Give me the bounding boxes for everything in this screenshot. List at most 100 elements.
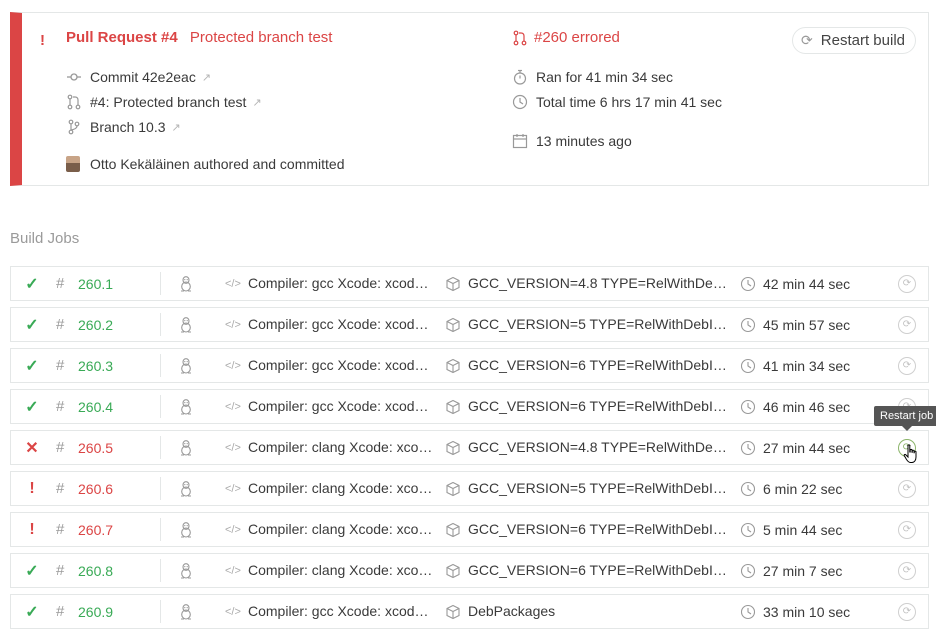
code-icon: </> <box>225 523 241 536</box>
hash-icon: # <box>56 562 65 579</box>
code-icon: </> <box>225 605 241 618</box>
clock-icon <box>740 431 756 464</box>
job-duration: 27 min 44 sec <box>763 439 851 456</box>
clock-icon <box>740 472 756 505</box>
pr-heading[interactable]: Pull Request #4 Protected branch test <box>66 29 332 46</box>
package-box-icon <box>445 513 461 546</box>
restart-job-button[interactable]: ⟳ <box>897 513 917 546</box>
divider <box>160 354 161 377</box>
linux-tux-icon <box>178 390 194 423</box>
clock-icon <box>740 595 756 628</box>
hash-icon: # <box>56 398 65 415</box>
job-env: GCC_VERSION=5 TYPE=RelWithDebInfo … <box>468 480 730 496</box>
job-row[interactable]: ✕ #260.5 </> Compiler: clang Xcode: xco… GCC… <box>10 430 929 465</box>
job-env: GCC_VERSION=6 TYPE=RelWithDebInfo … <box>468 562 730 578</box>
errored-status-icon: ! <box>40 32 45 49</box>
divider <box>160 436 161 459</box>
job-passed-icon: ✓ <box>25 603 39 621</box>
code-icon: </> <box>225 564 241 577</box>
restart-job-button[interactable]: ⟳ <box>897 267 917 300</box>
finished-time-text: 13 minutes ago <box>536 133 632 149</box>
job-number-link[interactable]: 260.1 <box>78 267 113 300</box>
job-number-link[interactable]: 260.9 <box>78 595 113 628</box>
restart-job-button[interactable]: ⟳ <box>897 595 917 628</box>
restart-icon: ⟳ <box>898 274 916 293</box>
package-box-icon <box>445 431 461 464</box>
restart-build-button[interactable]: ⟳ Restart build <box>792 27 916 54</box>
divider <box>160 518 161 541</box>
restart-job-button[interactable]: ⟳ <box>897 349 917 382</box>
job-row[interactable]: ! #260.6 </> Compiler: clang Xcode: xco… GCC… <box>10 471 929 506</box>
job-errored-icon: ! <box>29 520 35 538</box>
job-passed-icon: ✓ <box>25 316 39 334</box>
commit-row[interactable]: Commit 42e2eac ↗ <box>66 69 211 85</box>
divider <box>160 600 161 623</box>
pull-request-icon <box>66 94 82 110</box>
job-passed-icon: ✓ <box>25 357 39 375</box>
clock-icon <box>512 94 528 110</box>
package-box-icon <box>445 390 461 423</box>
job-row[interactable]: ! #260.7 </> Compiler: clang Xcode: xco… GCC… <box>10 512 929 547</box>
job-errored-icon: ! <box>29 479 35 497</box>
job-compiler: Compiler: gcc Xcode: xcode… <box>248 357 434 373</box>
code-icon: </> <box>225 318 241 331</box>
hash-icon: # <box>56 480 65 497</box>
hash-icon: # <box>56 439 65 456</box>
build-summary-card: ! Pull Request #4 Protected branch test … <box>10 12 929 186</box>
commit-icon <box>66 69 82 85</box>
linux-tux-icon <box>178 554 194 587</box>
job-duration: 6 min 22 sec <box>763 480 843 497</box>
job-compiler: Compiler: clang Xcode: xco… <box>248 521 433 537</box>
restart-job-button[interactable]: ⟳ <box>897 554 917 587</box>
author-avatar <box>66 156 80 172</box>
build-number-link[interactable]: #260 errored <box>512 29 620 46</box>
branch-row[interactable]: Branch 10.3 ↗ <box>66 119 181 135</box>
job-env: GCC_VERSION=6 TYPE=RelWithDebInfo … <box>468 357 730 373</box>
restart-job-tooltip: Restart job <box>874 406 936 431</box>
job-row[interactable]: ✓ #260.2 </> Compiler: gcc Xcode: xcode… GCC… <box>10 307 929 342</box>
job-passed-icon: ✓ <box>25 275 39 293</box>
job-row[interactable]: ✓ #260.9 </> Compiler: gcc Xcode: xcode… Deb… <box>10 594 929 629</box>
job-compiler: Compiler: clang Xcode: xco… <box>248 480 433 496</box>
package-box-icon <box>445 472 461 505</box>
restart-job-button[interactable]: ⟳ <box>897 308 917 341</box>
divider <box>160 395 161 418</box>
job-row[interactable]: ✓ #260.1 </> Compiler: gcc Xcode: xcode… GCC… <box>10 266 929 301</box>
job-duration: 33 min 10 sec <box>763 603 851 620</box>
restart-icon: ⟳ <box>898 315 916 334</box>
package-box-icon <box>445 595 461 628</box>
clock-icon <box>740 308 756 341</box>
commit-link[interactable]: Commit 42e2eac <box>90 69 196 85</box>
job-number-link[interactable]: 260.6 <box>78 472 113 505</box>
linux-tux-icon <box>178 595 194 628</box>
job-number-link[interactable]: 260.8 <box>78 554 113 587</box>
job-row[interactable]: ✓ #260.3 </> Compiler: gcc Xcode: xcode… GCC… <box>10 348 929 383</box>
code-icon: </> <box>225 359 241 372</box>
clock-icon <box>740 267 756 300</box>
restart-icon: ⟳ <box>898 520 916 539</box>
pr-link-row[interactable]: #4: Protected branch test ↗ <box>66 94 262 110</box>
linux-tux-icon <box>178 431 194 464</box>
pr-title-link[interactable]: Protected branch test <box>190 29 333 46</box>
clock-icon <box>740 554 756 587</box>
job-number-link[interactable]: 260.2 <box>78 308 113 341</box>
external-link-icon: ↗ <box>252 96 262 109</box>
job-number-link[interactable]: 260.7 <box>78 513 113 546</box>
branch-link[interactable]: Branch 10.3 <box>90 119 166 135</box>
job-number-link[interactable]: 260.4 <box>78 390 113 423</box>
job-row[interactable]: ✓ #260.8 </> Compiler: clang Xcode: xco… GCC… <box>10 553 929 588</box>
job-compiler: Compiler: gcc Xcode: xcode… <box>248 275 434 291</box>
job-row[interactable]: ✓ #260.4 </> Compiler: gcc Xcode: xcode… GCC… <box>10 389 929 424</box>
job-number-link[interactable]: 260.5 <box>78 431 113 464</box>
build-state-text[interactable]: #260 errored <box>534 29 620 46</box>
restart-job-button[interactable]: ⟳ <box>897 472 917 505</box>
restart-build-label: Restart build <box>820 32 905 49</box>
job-number-link[interactable]: 260.3 <box>78 349 113 382</box>
pr-number-link[interactable]: Pull Request #4 <box>66 29 178 46</box>
hash-icon: # <box>56 603 65 620</box>
job-compiler: Compiler: clang Xcode: xco… <box>248 439 433 455</box>
pull-request-icon <box>512 30 528 46</box>
clock-icon <box>740 390 756 423</box>
divider <box>160 559 161 582</box>
pull-request-link[interactable]: #4: Protected branch test <box>90 94 246 110</box>
